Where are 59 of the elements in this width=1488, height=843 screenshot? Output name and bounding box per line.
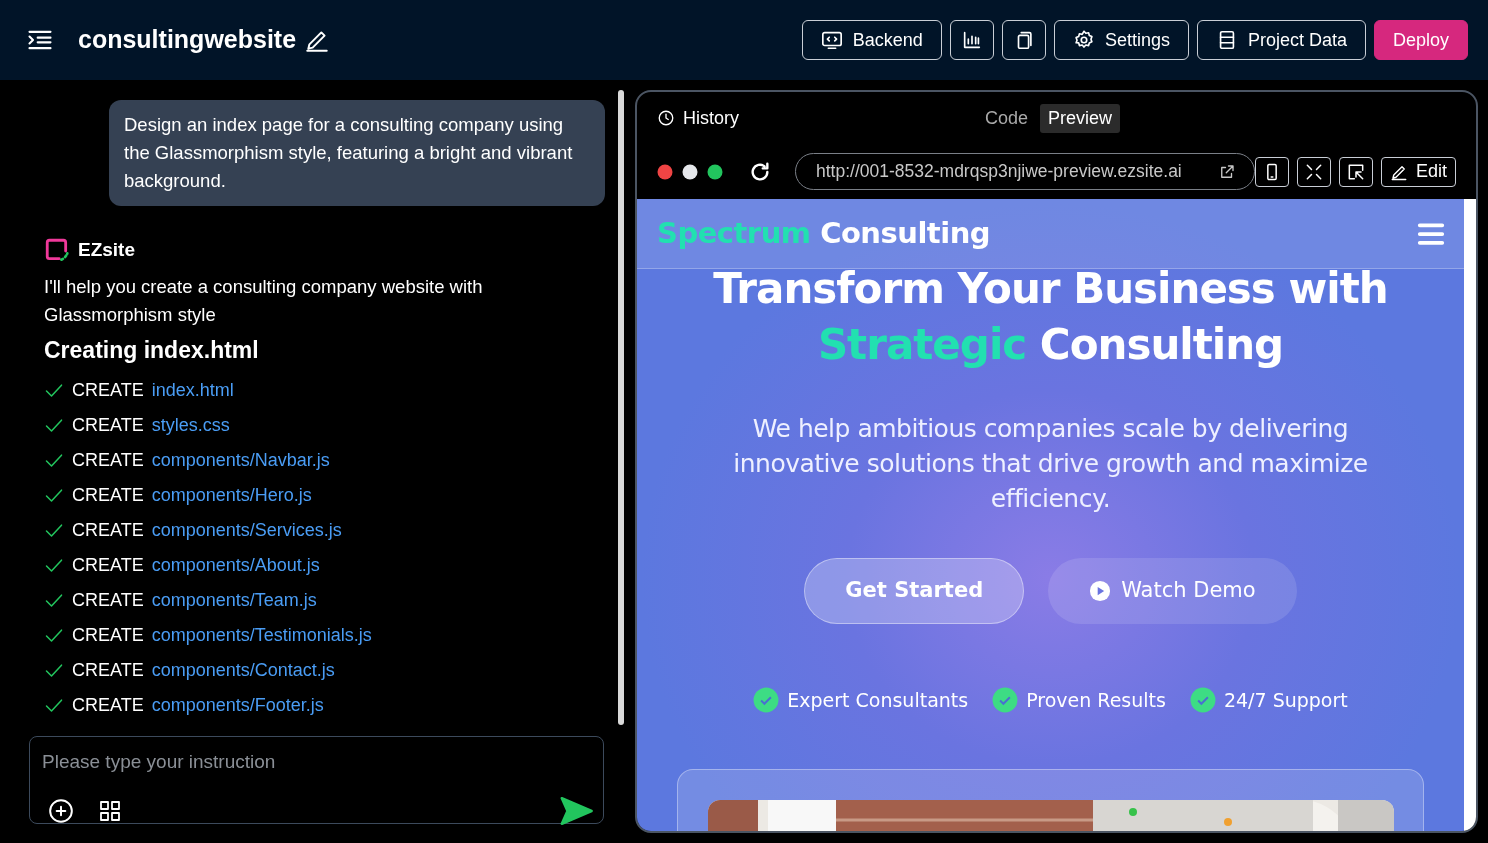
action-label: CREATE — [72, 449, 144, 472]
feature-label: Expert Consultants — [787, 688, 969, 713]
file-link[interactable]: styles.css — [151, 412, 230, 439]
copy-button[interactable] — [1001, 20, 1046, 60]
edit-button[interactable]: Edit — [1380, 156, 1456, 187]
mobile-view-button[interactable] — [1254, 156, 1289, 187]
history-button[interactable]: History — [657, 104, 739, 132]
history-icon — [657, 109, 675, 127]
action-label: CREATE — [72, 589, 144, 612]
instruction-field[interactable]: Please type your instruction — [29, 736, 604, 824]
logo-icon — [44, 237, 70, 264]
action-label: CREATE — [72, 694, 144, 717]
select-element-button[interactable] — [1338, 156, 1373, 187]
file-link[interactable]: components/Team.js — [151, 587, 317, 614]
project-title: consultingwebsite — [78, 24, 297, 56]
fullscreen-button[interactable] — [1296, 156, 1331, 187]
action-label: CREATE — [72, 519, 144, 542]
grid-icon[interactable] — [98, 798, 122, 823]
scrollbar[interactable] — [1464, 199, 1476, 831]
text-input[interactable]: Please type your instruction — [40, 747, 593, 778]
file-link[interactable]: index.html — [151, 377, 234, 404]
file-link[interactable]: components/Footer.js — [151, 692, 324, 719]
check-circle-icon — [753, 687, 780, 714]
user-message: Design an index page for a consulting company using the Glassmorphism style, featuring a bright and vibrant background. — [109, 100, 605, 206]
action-label: CREATE — [72, 379, 144, 402]
file-link[interactable]: components/Hero.js — [151, 482, 312, 509]
action-label: CREATE — [72, 624, 144, 647]
header-button[interactable]: Backend — [801, 20, 942, 60]
action-label: CREATE — [72, 414, 144, 437]
header-button[interactable]: Project Data — [1196, 20, 1366, 60]
action-label: CREATE — [72, 484, 144, 507]
assistant-name: EZsite — [78, 238, 136, 262]
section-heading: Creating index.html — [44, 335, 260, 365]
header-button[interactable]: Deploy — [1373, 20, 1468, 60]
file-link[interactable]: components/Testimonials.js — [151, 622, 372, 649]
window-controls-icon — [657, 163, 725, 180]
bar-chart-button[interactable] — [949, 20, 994, 60]
scrollbar[interactable] — [618, 90, 624, 725]
header-button[interactable]: Settings — [1053, 20, 1189, 60]
file-link[interactable]: components/About.js — [151, 552, 320, 579]
file-link[interactable]: components/Contact.js — [151, 657, 335, 684]
file-link[interactable]: components/Services.js — [151, 517, 342, 544]
check-circle-icon — [1189, 687, 1216, 714]
play-icon — [1089, 580, 1112, 602]
file-link[interactable]: components/Navbar.js — [151, 447, 330, 474]
code-icon — [820, 29, 843, 51]
hero-title: Transform Your Business with Strategic Consulting — [712, 263, 1389, 371]
action-label: CREATE — [72, 554, 144, 577]
feature-label: 24/7 Support — [1223, 688, 1348, 713]
add-icon[interactable] — [48, 797, 74, 824]
hero-subtitle: We help ambitious companies scale by delivering innovative solutions that drive growth and maximize efficiency. — [732, 413, 1369, 515]
feature-label: Proven Results — [1026, 688, 1166, 713]
check-circle-icon — [992, 687, 1019, 714]
view-tab[interactable]: Preview — [1040, 103, 1121, 133]
refresh-icon[interactable] — [749, 160, 771, 183]
assistant-message: I'll help you create a consulting company website with Glassmorphism style — [44, 274, 484, 327]
settings-icon — [1072, 29, 1095, 51]
view-tab[interactable]: Code — [977, 103, 1037, 133]
action-label: CREATE — [72, 659, 144, 682]
